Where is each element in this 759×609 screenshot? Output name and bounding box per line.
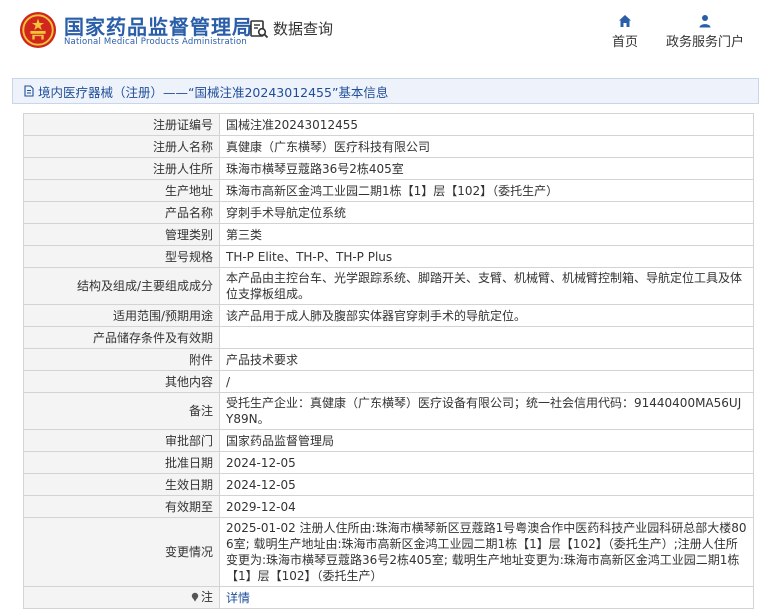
row-label: 有效期至 xyxy=(23,495,220,518)
table-row: 有效期至 2029-12-04 xyxy=(23,495,754,518)
record-title: 境内医疗器械（注册）——“国械注准20243012455”基本信息 xyxy=(38,84,389,100)
document-icon xyxy=(24,85,34,97)
table-row: 结构及组成/主要组成成分 本产品由主控台车、光学跟踪系统、脚踏开关、支臂、机械臂、… xyxy=(23,267,754,305)
row-label: 生产地址 xyxy=(23,179,220,202)
row-label: 注册人名称 xyxy=(23,135,220,158)
national-emblem-icon[interactable] xyxy=(19,11,57,49)
row-value: / xyxy=(219,370,754,393)
table-row-note: 注 详情 xyxy=(23,586,754,609)
data-query-label: 数据查询 xyxy=(273,20,334,38)
row-value: 珠海市横琴豆蔻路36号2栋405室 xyxy=(219,157,754,180)
nav-home-label: 首页 xyxy=(612,35,639,50)
row-label: 型号规格 xyxy=(23,245,220,268)
row-value: 第三类 xyxy=(219,223,754,246)
table-row: 适用范围/预期用途 该产品用于成人肺及腹部实体器官穿刺手术的导航定位。 xyxy=(23,304,754,327)
brand-subtitle[interactable]: National Medical Products Administration xyxy=(64,37,247,47)
table-row: 附件 产品技术要求 xyxy=(23,348,754,371)
nav-service-portal[interactable]: 政务服务门户 xyxy=(666,14,744,50)
row-value: 本产品由主控台车、光学跟踪系统、脚踏开关、支臂、机械臂、机械臂控制箱、导航定位工… xyxy=(219,267,754,305)
note-label-text: 注 xyxy=(200,590,213,604)
table-row: 型号规格 TH-P Elite、TH-P、TH-P Plus xyxy=(23,245,754,268)
row-label: 审批部门 xyxy=(23,429,220,452)
table-row: 生产地址 珠海市高新区金鸿工业园二期1栋【1】层【102】（委托生产） xyxy=(23,179,754,202)
table-row: 备注 受托生产企业：真健康（广东横琴）医疗设备有限公司；统一社会信用代码：9144… xyxy=(23,392,754,430)
table-row: 注册人住所 珠海市横琴豆蔻路36号2栋405室 xyxy=(23,157,754,180)
table-row: 批准日期 2024-12-05 xyxy=(23,451,754,474)
row-value: 国械注准20243012455 xyxy=(219,113,754,136)
row-label: 注 xyxy=(23,586,220,609)
details-link[interactable]: 详情 xyxy=(226,591,250,605)
row-value: 详情 xyxy=(219,586,754,609)
table-row: 变更情况 2025-01-02 注册人住所由:珠海市横琴新区豆蔻路1号粤澳合作中医… xyxy=(23,517,754,587)
detail-table: 注册证编号 国械注准20243012455 注册人名称 真健康（广东横琴）医疗科技有限… xyxy=(23,113,754,609)
table-row: 产品名称 穿刺手术导航定位系统 xyxy=(23,201,754,224)
row-label: 产品名称 xyxy=(23,201,220,224)
row-value xyxy=(219,326,754,349)
data-search-icon xyxy=(250,19,269,38)
row-value: 国家药品监督管理局 xyxy=(219,429,754,452)
row-label: 注册人住所 xyxy=(23,157,220,180)
table-row: 产品储存条件及有效期 xyxy=(23,326,754,349)
row-value: 受托生产企业：真健康（广东横琴）医疗设备有限公司；统一社会信用代码：914404… xyxy=(219,392,754,430)
row-label: 结构及组成/主要组成成分 xyxy=(23,267,220,305)
row-label: 附件 xyxy=(23,348,220,371)
row-value: 珠海市高新区金鸿工业园二期1栋【1】层【102】（委托生产） xyxy=(219,179,754,202)
row-value: 2025-01-02 注册人住所由:珠海市横琴新区豆蔻路1号粤澳合作中医药科技产… xyxy=(219,517,754,587)
row-value: 2024-12-05 xyxy=(219,473,754,496)
user-icon xyxy=(699,15,711,28)
row-value: 该产品用于成人肺及腹部实体器官穿刺手术的导航定位。 xyxy=(219,304,754,327)
site-header: 国家药品监督管理局 National Medical Products Admi… xyxy=(0,0,759,62)
row-value: 2029-12-04 xyxy=(219,495,754,518)
row-value: 真健康（广东横琴）医疗科技有限公司 xyxy=(219,135,754,158)
brand-title[interactable]: 国家药品监督管理局 xyxy=(64,11,253,40)
row-label: 其他内容 xyxy=(23,370,220,393)
row-label: 批准日期 xyxy=(23,451,220,474)
row-label: 变更情况 xyxy=(23,517,220,587)
table-row: 审批部门 国家药品监督管理局 xyxy=(23,429,754,452)
row-value: TH-P Elite、TH-P、TH-P Plus xyxy=(219,245,754,268)
row-label: 备注 xyxy=(23,392,220,430)
table-row: 生效日期 2024-12-05 xyxy=(23,473,754,496)
row-label: 产品储存条件及有效期 xyxy=(23,326,220,349)
row-label: 适用范围/预期用途 xyxy=(23,304,220,327)
record-title-bar: 境内医疗器械（注册）——“国械注准20243012455”基本信息 xyxy=(12,78,759,104)
home-icon xyxy=(619,15,631,27)
nav-home[interactable]: 首页 xyxy=(612,14,638,50)
data-query-link[interactable]: 数据查询 xyxy=(249,18,333,39)
row-value: 2024-12-05 xyxy=(219,451,754,474)
table-row: 其他内容 / xyxy=(23,370,754,393)
table-row: 注册人名称 真健康（广东横琴）医疗科技有限公司 xyxy=(23,135,754,158)
nav-portal-label: 政务服务门户 xyxy=(666,35,745,50)
row-label: 生效日期 xyxy=(23,473,220,496)
row-label: 管理类别 xyxy=(23,223,220,246)
row-label: 注册证编号 xyxy=(23,113,220,136)
row-value: 穿刺手术导航定位系统 xyxy=(219,201,754,224)
row-value: 产品技术要求 xyxy=(219,348,754,371)
table-row: 注册证编号 国械注准20243012455 xyxy=(23,113,754,136)
table-row: 管理类别 第三类 xyxy=(23,223,754,246)
